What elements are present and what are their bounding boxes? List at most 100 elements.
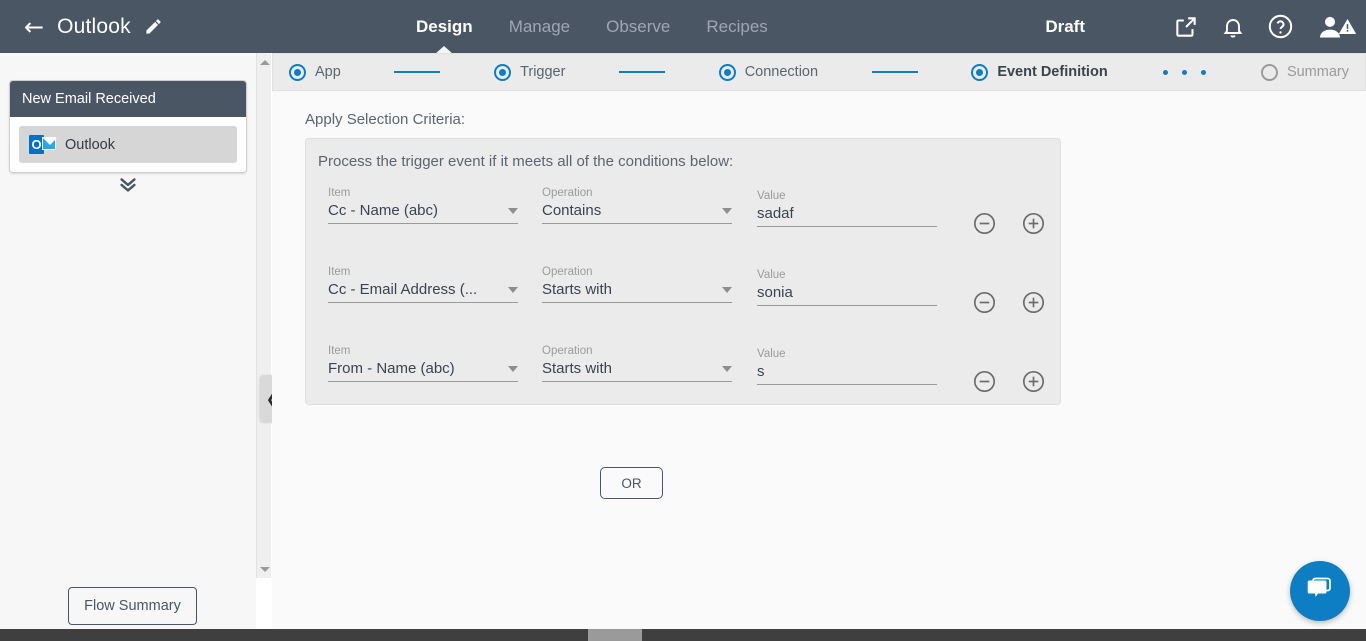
chevron-down-icon [722, 366, 732, 372]
tab-manage[interactable]: Manage [509, 0, 570, 53]
item-select-2[interactable]: Item Cc - Email Address (... [328, 266, 518, 303]
step-event-definition-label: Event Definition [997, 64, 1108, 80]
status-badge: Draft [1045, 16, 1085, 36]
operation-select-1[interactable]: Operation Contains [542, 187, 732, 224]
operation-select-2[interactable]: Operation Starts with [542, 266, 732, 303]
chevron-down-icon [508, 208, 518, 214]
minus-circle-icon[interactable] [972, 290, 997, 315]
step-summary[interactable]: Summary [1260, 63, 1349, 81]
item-value-3: From - Name (abc) [328, 360, 455, 377]
step-connector-3 [818, 70, 971, 74]
chat-bubble-icon [1304, 573, 1336, 610]
minus-circle-icon[interactable] [972, 211, 997, 236]
step-app-label: App [315, 64, 341, 80]
wizard-stepper: App Trigger Connection Event Definition [272, 53, 1366, 91]
app-root: ← Outlook Design Manage Observe Recipes … [0, 0, 1366, 641]
operation-label-2: Operation [542, 266, 593, 278]
row-actions-1 [972, 211, 1046, 236]
chevron-down-icon [722, 287, 732, 293]
main-nav-tabs: Design Manage Observe Recipes [416, 0, 768, 53]
horizontal-scrollbar-thumb[interactable] [588, 629, 642, 641]
step-progress-dots-icon [1162, 69, 1206, 75]
warning-triangle-icon [1338, 17, 1357, 41]
outlook-logo-icon: O [29, 134, 57, 155]
item-label-1: Item [328, 187, 351, 199]
scroll-down-arrow-icon[interactable] [257, 562, 272, 576]
tab-design[interactable]: Design [416, 0, 473, 53]
value-field-3: Value [757, 348, 937, 385]
left-panel-scrollbar[interactable] [256, 53, 271, 578]
top-header-bar: ← Outlook Design Manage Observe Recipes … [0, 0, 1366, 53]
tab-recipes-label: Recipes [706, 16, 768, 36]
step-event-definition-radio-icon [971, 63, 989, 81]
tab-design-label: Design [416, 16, 473, 36]
operation-value-1: Contains [542, 202, 602, 219]
criteria-heading: Apply Selection Criteria: [305, 111, 466, 128]
criteria-panel: Process the trigger event if it meets al… [305, 138, 1061, 405]
chat-support-button[interactable] [1290, 561, 1350, 621]
step-summary-label: Summary [1286, 64, 1349, 80]
help-question-icon[interactable] [1267, 13, 1294, 40]
tab-manage-label: Manage [508, 16, 571, 36]
flow-summary-button[interactable]: Flow Summary [68, 587, 197, 625]
condition-row: Item From - Name (abc) Operation Starts … [318, 345, 1050, 401]
horizontal-scrollbar[interactable] [0, 629, 1366, 641]
page-title: Outlook [57, 14, 131, 38]
chevron-down-icon [508, 366, 518, 372]
row-actions-3 [972, 369, 1046, 394]
external-link-icon[interactable] [1173, 14, 1199, 40]
operation-label-1: Operation [542, 187, 593, 199]
item-label-2: Item [328, 266, 351, 278]
plus-circle-icon[interactable] [1021, 290, 1046, 315]
value-input-3[interactable] [757, 363, 937, 385]
item-select-3[interactable]: Item From - Name (abc) [328, 345, 518, 382]
scroll-up-arrow-icon[interactable] [257, 55, 272, 69]
tab-recipes[interactable]: Recipes [706, 0, 767, 53]
step-trigger[interactable]: Trigger [494, 63, 566, 81]
value-field-1: Value [757, 190, 937, 227]
value-label-1: Value [757, 190, 786, 202]
item-select-1[interactable]: Item Cc - Name (abc) [328, 187, 518, 224]
plus-circle-icon[interactable] [1021, 369, 1046, 394]
step-trigger-label: Trigger [520, 64, 566, 80]
operation-label-3: Operation [542, 345, 593, 357]
back-arrow-icon[interactable]: ← [24, 15, 44, 39]
chevron-down-icon [508, 287, 518, 293]
step-connection[interactable]: Connection [718, 63, 818, 81]
plus-circle-icon[interactable] [1021, 211, 1046, 236]
brand-area: ← Outlook [0, 15, 163, 39]
condition-row: Item Cc - Name (abc) Operation Contains … [318, 187, 1050, 243]
double-chevron-down-icon[interactable] [0, 173, 256, 195]
pencil-edit-icon[interactable] [144, 17, 163, 36]
sidebar-item-outlook[interactable]: O Outlook [19, 126, 237, 163]
step-trigger-radio-icon [494, 63, 512, 81]
header-actions: Draft [1045, 0, 1357, 53]
minus-circle-icon[interactable] [972, 369, 997, 394]
operation-select-3[interactable]: Operation Starts with [542, 345, 732, 382]
step-app[interactable]: App [289, 63, 341, 81]
left-flow-panel: New Email Received O Outlook Flow Summar… [0, 53, 256, 641]
step-summary-radio-icon [1260, 63, 1278, 81]
chevron-down-icon [722, 208, 732, 214]
or-button[interactable]: OR [600, 467, 663, 499]
bell-notification-icon[interactable] [1221, 15, 1245, 39]
tab-observe[interactable]: Observe [606, 0, 670, 53]
flow-card: New Email Received O Outlook [9, 80, 247, 173]
item-value-1: Cc - Name (abc) [328, 202, 439, 219]
value-input-2[interactable] [757, 284, 937, 306]
value-label-3: Value [757, 348, 786, 360]
value-label-2: Value [757, 269, 786, 281]
sidebar-item-outlook-label: Outlook [65, 136, 115, 153]
operation-value-2: Starts with [542, 281, 613, 298]
item-value-2: Cc - Email Address (... [328, 281, 478, 298]
step-connector-1 [341, 70, 494, 74]
item-label-3: Item [328, 345, 351, 357]
flow-card-body: O Outlook [10, 117, 246, 172]
step-event-definition[interactable]: Event Definition [971, 63, 1108, 81]
criteria-subheading: Process the trigger event if it meets al… [318, 153, 734, 170]
avatar[interactable] [1316, 13, 1357, 41]
value-input-1[interactable] [757, 205, 937, 227]
main-content: App Trigger Connection Event Definition [272, 53, 1366, 634]
condition-row: Item Cc - Email Address (... Operation S… [318, 266, 1050, 322]
flow-card-title: New Email Received [10, 81, 246, 117]
